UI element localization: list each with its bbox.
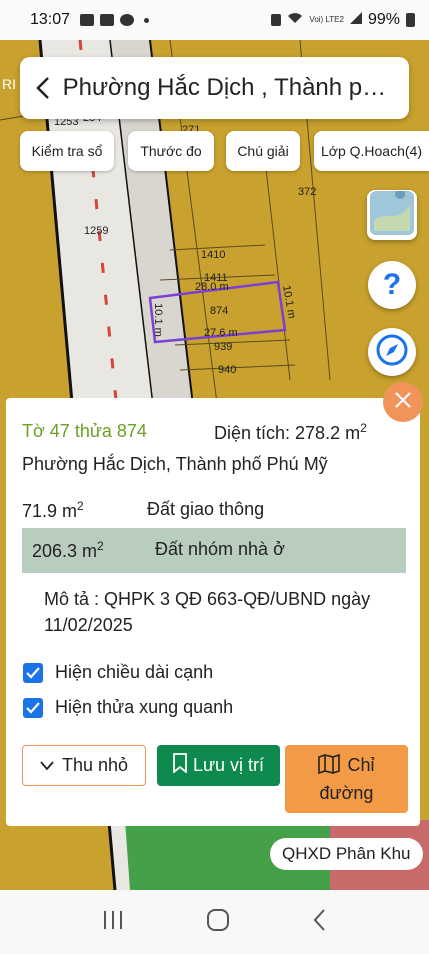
compass-icon <box>375 333 409 372</box>
map-type-button[interactable] <box>367 188 417 240</box>
use-type-1: Đất giao thông <box>147 499 265 519</box>
parcel-label-ri: RI <box>2 76 16 92</box>
use-area-2: 206.3 m2 <box>32 539 104 562</box>
status-time: 13:07 <box>30 11 71 28</box>
use-area-value: 71.9 m <box>22 501 78 521</box>
lock-icon <box>271 14 282 26</box>
parcel-label-1410: 1410 <box>201 249 226 261</box>
parcel-label-874: 874 <box>210 305 229 317</box>
use-area-value: 206.3 m <box>32 541 98 561</box>
map-icon <box>318 753 341 775</box>
parcel-label-940: 940 <box>218 364 237 376</box>
close-icon <box>394 391 412 414</box>
edge-bottom-label: 27.6 m <box>204 327 238 339</box>
description-text: Mô tả : QHPK 3 QĐ 663-QĐ/UBND ngày 11/02… <box>44 589 371 635</box>
compass-button[interactable] <box>368 328 416 376</box>
help-button[interactable]: ? <box>368 261 416 309</box>
search-bar[interactable]: Phường Hắc Dịch , Thành phố Phú Mỹ <box>20 57 409 119</box>
home-icon[interactable] <box>206 908 230 937</box>
notification-icons <box>80 14 150 26</box>
system-nav-bar <box>0 890 429 954</box>
chip-label: Kiểm tra sổ <box>31 143 103 159</box>
bookmark-icon <box>173 753 187 778</box>
messenger-icon <box>120 14 135 26</box>
edges-checkbox-label: Hiện chiều dài cạnh <box>55 662 214 682</box>
check-icon <box>26 702 40 714</box>
shrink-button[interactable]: Thu nhỏ <box>22 745 146 786</box>
area-unit-sup: 2 <box>360 421 367 435</box>
area-value: Diện tích: 278.2 m <box>214 423 361 443</box>
edges-checkbox[interactable] <box>23 663 43 683</box>
map-thumbnail-icon <box>370 188 414 240</box>
battery-level: 99% <box>367 11 400 28</box>
sheet-lot-label: Tờ 47 thửa 874 <box>22 421 147 441</box>
chip-label: Chú giải <box>237 143 289 159</box>
back-arrow-icon[interactable] <box>32 74 55 102</box>
planning-layer-chip[interactable]: Lớp Q.Hoach(4) <box>314 131 429 171</box>
edge-left-label: 10.1 m <box>151 303 164 337</box>
question-icon: ? <box>382 268 402 301</box>
parcel-label-1259: 1259 <box>84 225 109 237</box>
chip-label: Thước đo <box>140 143 202 159</box>
directions-button-content: Chỉ đường <box>299 751 394 807</box>
save-location-button-label: Lưu vị trí <box>192 755 265 775</box>
status-bar: 13:07 Voi) LTE2 99% <box>0 0 429 40</box>
directions-button[interactable]: Chỉ đường <box>285 745 408 813</box>
parcel-label-372: 372 <box>298 186 317 198</box>
parcel-label-939: 939 <box>214 341 233 353</box>
use-area-1: 71.9 m2 <box>22 499 84 522</box>
chevron-down-icon <box>40 755 54 776</box>
check-certificate-chip[interactable]: Kiểm tra sổ <box>20 131 114 171</box>
close-button[interactable] <box>383 382 423 422</box>
layer-label-text: QHXD Phân Khu <box>282 844 411 863</box>
chip-label: Lớp Q.Hoach(4) <box>320 143 422 159</box>
check-icon <box>26 667 40 679</box>
use-type-2: Đất nhóm nhà ở <box>155 539 285 559</box>
gallery-icon <box>100 14 115 26</box>
neighbors-checkbox[interactable] <box>23 698 43 718</box>
neighbors-checkbox-label: Hiện thửa xung quanh <box>55 697 234 717</box>
signal-icon <box>349 11 362 29</box>
edge-top-label: 28.0 m <box>195 281 229 293</box>
more-notifications-icon <box>144 17 150 23</box>
back-nav-icon[interactable] <box>312 908 328 937</box>
area-label: Diện tích: 278.2 m2 <box>214 421 367 444</box>
status-right: Voi) LTE2 99% <box>271 11 415 29</box>
save-location-button[interactable]: Lưu vị trí <box>157 745 280 786</box>
legend-chip[interactable]: Chú giải <box>226 131 300 171</box>
layer-label-chip[interactable]: QHXD Phân Khu <box>270 838 423 870</box>
measure-chip[interactable]: Thước đo <box>128 131 214 171</box>
use-area-sup: 2 <box>97 539 104 553</box>
zalo-icon <box>80 14 95 26</box>
location-title: Phường Hắc Dịch , Thành phố Phú Mỹ <box>62 74 397 101</box>
network-label: Voi) LTE2 <box>309 15 344 24</box>
address-label: Phường Hắc Dịch, Thành phố Phú Mỹ <box>22 454 328 474</box>
wifi-icon <box>287 11 303 29</box>
battery-icon <box>406 13 415 27</box>
shrink-button-label: Thu nhỏ <box>61 755 129 775</box>
use-area-sup: 2 <box>77 499 84 513</box>
recent-apps-icon[interactable] <box>101 909 125 936</box>
